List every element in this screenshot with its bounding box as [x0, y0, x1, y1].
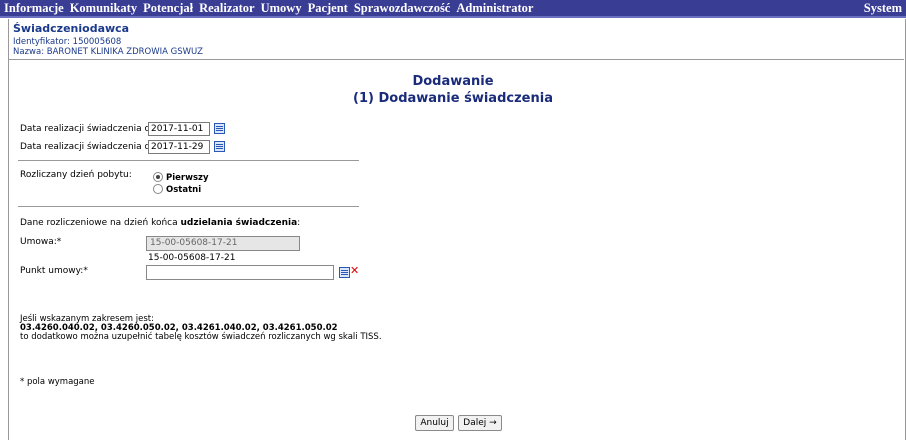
billing-intro-bold: udzielania świadczenia — [180, 218, 298, 228]
menu-item-umowy[interactable]: Umowy — [261, 1, 302, 16]
calendar-icon[interactable] — [214, 141, 225, 152]
radio-ostatni-label: Ostatni — [166, 185, 202, 195]
required-note: * pola wymagane — [20, 377, 95, 387]
list-select-icon[interactable] — [339, 267, 350, 278]
menu-item-system[interactable]: System — [864, 1, 902, 16]
date-to-label: Data realizacji świadczenia do:* — [20, 142, 164, 152]
section-divider — [18, 206, 359, 207]
radio-pierwszy[interactable] — [153, 172, 163, 182]
contract-label: Umowa:* — [20, 237, 62, 247]
menu-item-potencjal[interactable]: Potencjał — [143, 1, 193, 16]
cancel-button[interactable]: Anuluj — [415, 415, 454, 431]
date-from-input[interactable]: 2017-11-01 — [148, 122, 210, 136]
provider-title: Świadczeniodawca — [13, 22, 130, 35]
billing-intro: Dane rozliczeniowe na dzień końca udziel… — [20, 218, 300, 228]
date-from-label: Data realizacji świadczenia od:* — [20, 124, 164, 134]
header-divider — [8, 59, 904, 60]
clear-icon[interactable]: ✕ — [350, 265, 359, 276]
page-subtitle: (1) Dodawanie świadczenia — [353, 91, 553, 106]
stay-day-label: Rozliczany dzień pobytu: — [20, 170, 132, 180]
provider-name: Nazwa: BARONET KLINIKA ZDROWIA GSWUZ — [13, 47, 203, 57]
menu-item-pacjent[interactable]: Pacjent — [308, 1, 348, 16]
next-button[interactable]: Dalej → — [458, 415, 502, 431]
section-divider — [18, 160, 359, 161]
provider-identifier: Identyfikator: 150005608 — [13, 37, 122, 47]
calendar-icon[interactable] — [214, 123, 225, 134]
contract-text: 15-00-05608-17-21 — [148, 253, 236, 263]
date-to-input[interactable]: 2017-11-29 — [148, 140, 210, 154]
billing-intro-suffix: : — [297, 218, 301, 228]
menu-item-sprawozdawczosc[interactable]: Sprawozdawczość — [354, 1, 451, 16]
menu-item-administrator[interactable]: Administrator — [456, 1, 533, 16]
radio-pierwszy-label: Pierwszy — [166, 173, 209, 183]
contract-point-label: Punkt umowy:* — [20, 266, 88, 276]
top-menu-bar: Informacje Komunikaty Potencjał Realizat… — [0, 0, 906, 18]
billing-intro-prefix: Dane rozliczeniowe na dzień końca — [20, 218, 181, 228]
contract-field: 15-00-05608-17-21 — [146, 236, 300, 251]
menu-item-realizator[interactable]: Realizator — [199, 1, 255, 16]
info-line-3: to dodatkowo można uzupełnić tabelę kosz… — [20, 332, 382, 342]
menu-item-informacje[interactable]: Informacje — [4, 1, 64, 16]
menu-item-komunikaty[interactable]: Komunikaty — [70, 1, 137, 16]
page-title: Dodawanie — [412, 74, 494, 89]
radio-ostatni[interactable] — [153, 184, 163, 194]
contract-point-input[interactable] — [146, 265, 334, 280]
